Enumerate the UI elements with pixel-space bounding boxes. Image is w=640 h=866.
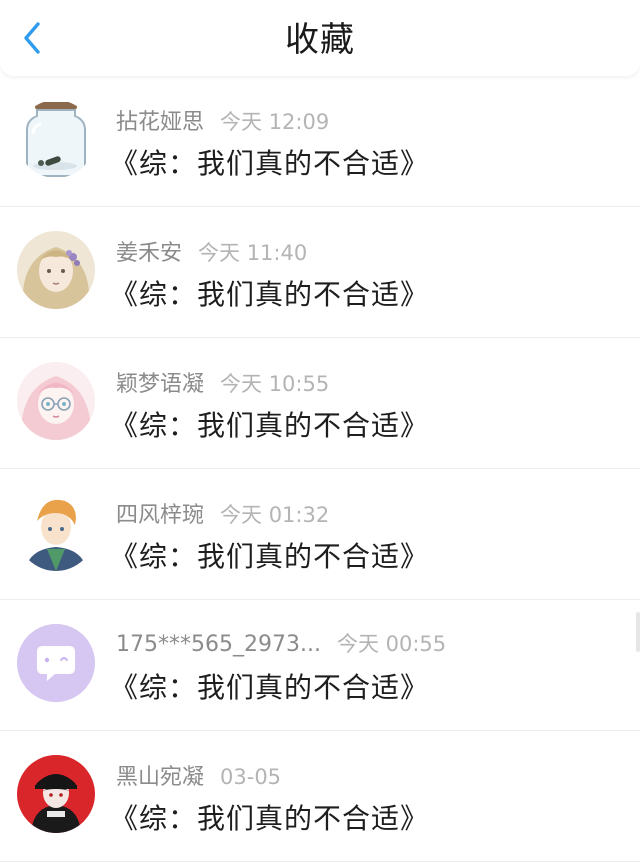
top-bar: 收藏 [0,0,640,76]
work-title[interactable]: 《综：我们真的不合适》 [110,404,429,444]
scroll-indicator[interactable] [636,612,640,652]
work-title[interactable]: 《综：我们真的不合适》 [110,666,429,706]
username[interactable]: 姜禾安 [116,241,182,266]
item-meta: 175***565_2973... 今天 00:55 [116,628,446,660]
username[interactable]: 四风梓琬 [116,503,204,528]
timestamp: 今天 01:32 [220,503,330,527]
item-meta: 四风梓琬 今天 01:32 [116,497,329,529]
list-item[interactable]: 四风梓琬 今天 01:32 《综：我们真的不合适》 [0,469,640,600]
username[interactable]: 175***565_2973... [116,632,321,657]
anime-boy-avatar-image [17,493,95,571]
chat-bubble-icon [17,624,95,702]
work-title[interactable]: 《综：我们真的不合适》 [110,142,429,182]
work-title[interactable]: 《综：我们真的不合适》 [110,797,429,837]
avatar[interactable] [17,231,95,309]
timestamp: 今天 10:55 [220,372,330,396]
username[interactable]: 黑山宛凝 [116,765,204,790]
timestamp: 今天 11:40 [198,241,308,265]
list-item[interactable]: 颖梦语凝 今天 10:55 《综：我们真的不合适》 [0,338,640,469]
item-meta: 黑山宛凝 03-05 [116,759,281,791]
glass-jar-avatar-image [17,100,95,178]
timestamp: 今天 00:55 [336,632,447,656]
anime-blonde-avatar-image [17,231,95,309]
list-item[interactable]: 黑山宛凝 03-05 《综：我们真的不合适》 [0,731,640,862]
page-title: 收藏 [285,20,355,60]
username[interactable]: 颖梦语凝 [116,372,204,397]
anime-pink-avatar-image [17,362,95,440]
timestamp: 今天 12:09 [220,110,330,134]
list-item[interactable]: 拈花娅思 今天 12:09 《综：我们真的不合适》 [0,76,640,207]
list-item[interactable]: 175***565_2973... 今天 00:55 《综：我们真的不合适》 [0,600,640,731]
avatar[interactable] [17,100,95,178]
favorites-list: 拈花娅思 今天 12:09 《综：我们真的不合适》 姜禾安 今天 11:40 《综：… [0,76,640,862]
list-item[interactable]: 姜禾安 今天 11:40 《综：我们真的不合适》 [0,207,640,338]
avatar[interactable] [17,624,95,702]
item-meta: 姜禾安 今天 11:40 [116,235,307,267]
item-meta: 拈花娅思 今天 12:09 [116,104,329,136]
avatar[interactable] [17,362,95,440]
item-meta: 颖梦语凝 今天 10:55 [116,366,329,398]
timestamp: 03-05 [220,765,282,789]
anime-red-avatar-image [17,755,95,833]
avatar[interactable] [17,493,95,571]
username[interactable]: 拈花娅思 [116,110,204,135]
avatar[interactable] [17,755,95,833]
work-title[interactable]: 《综：我们真的不合适》 [110,273,429,313]
work-title[interactable]: 《综：我们真的不合适》 [110,535,429,575]
